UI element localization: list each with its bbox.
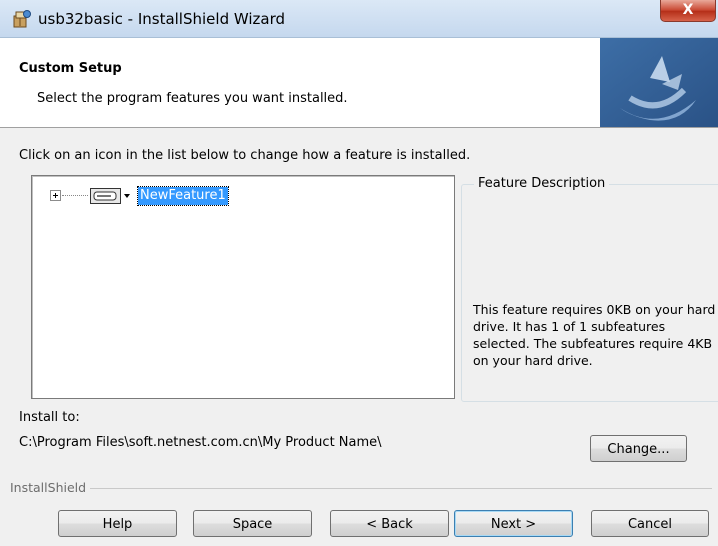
close-button[interactable]: X [660, 0, 716, 22]
instruction-text: Click on an icon in the list below to ch… [19, 148, 471, 163]
installer-window: usb32basic - InstallShield Wizard X Cust… [0, 0, 718, 546]
space-button[interactable]: Space [193, 510, 312, 537]
installshield-logo-graphic [600, 38, 718, 127]
page-subtitle: Select the program features you want ins… [37, 91, 348, 106]
title-bar[interactable]: usb32basic - InstallShield Wizard X [0, 0, 718, 38]
page-title: Custom Setup [19, 61, 122, 76]
header-banner: Custom Setup Select the program features… [0, 38, 718, 128]
installer-app-icon [13, 10, 31, 28]
expand-plus-icon[interactable] [50, 190, 61, 201]
tree-connector-line [62, 195, 88, 196]
install-to-label: Install to: [19, 410, 80, 425]
back-button[interactable]: < Back [330, 510, 449, 537]
next-button[interactable]: Next > [454, 510, 573, 537]
change-button[interactable]: Change... [590, 435, 687, 462]
close-icon: X [682, 2, 694, 18]
feature-description-group [461, 184, 718, 402]
feature-label-newfeature1[interactable]: NewFeature1 [137, 186, 229, 206]
help-button[interactable]: Help [58, 510, 177, 537]
installshield-brand-label: InstallShield [10, 480, 91, 495]
install-path: C:\Program Files\soft.netnest.com.cn\My … [19, 435, 382, 450]
divider-line [10, 488, 712, 489]
feature-description-text: This feature requires 0KB on your hard d… [473, 302, 716, 368]
feature-description-heading: Feature Description [474, 176, 610, 191]
feature-tree[interactable]: NewFeature1 [31, 175, 455, 399]
cancel-button[interactable]: Cancel [591, 510, 709, 537]
window-title: usb32basic - InstallShield Wizard [38, 10, 286, 28]
hard-drive-icon[interactable] [90, 188, 134, 204]
brand-divider: InstallShield [0, 480, 718, 496]
